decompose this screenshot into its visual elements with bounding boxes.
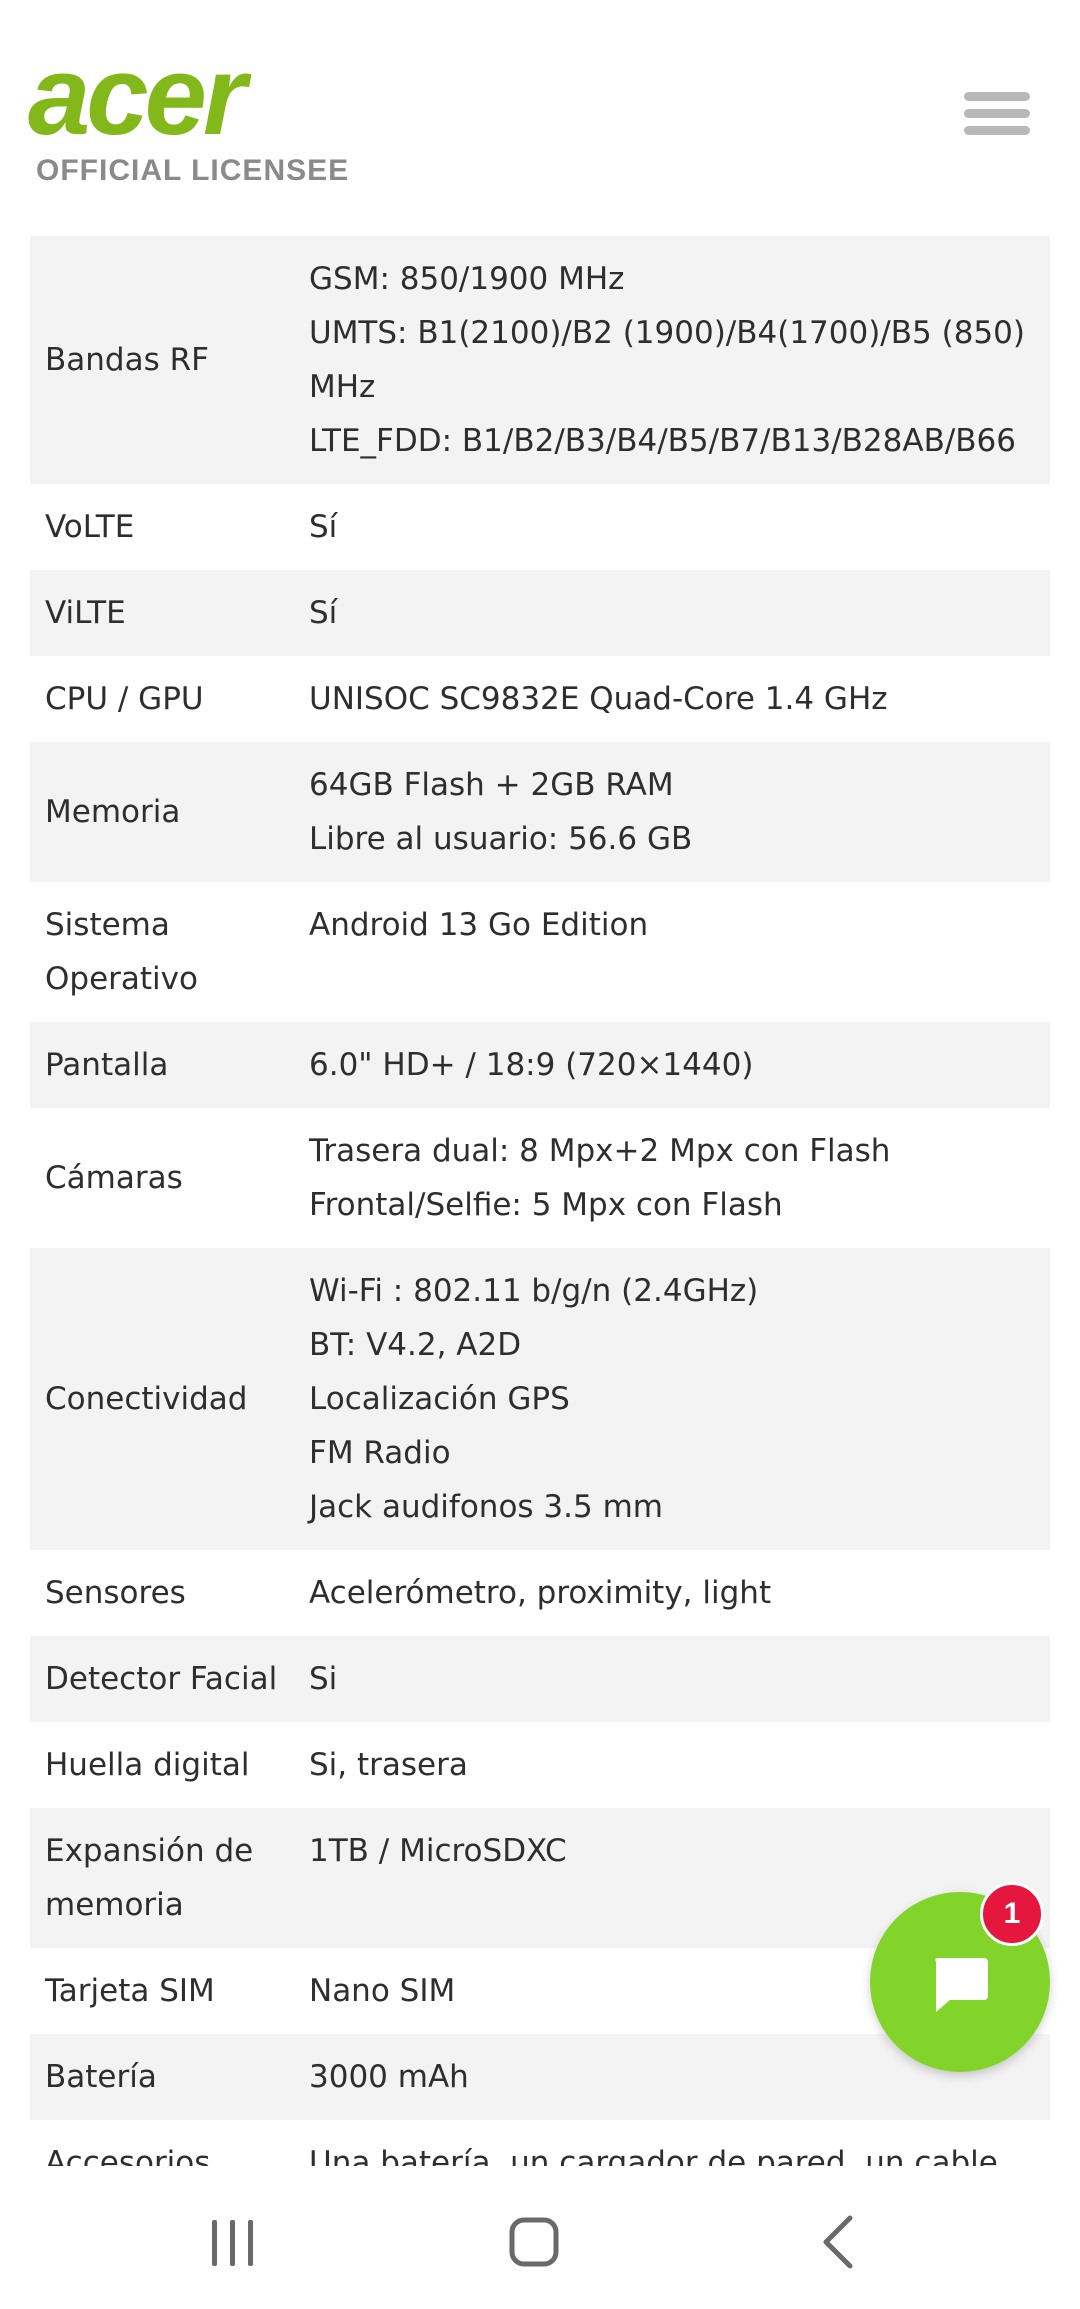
- spec-value-line: 64GB Flash + 2GB RAM: [309, 767, 674, 803]
- spec-value-line: LTE_FDD: B1/B2/B3/B4/B5/B7/B13/B28AB/B66: [309, 423, 1017, 459]
- logo-wordmark: acer: [28, 33, 246, 158]
- spec-label: Batería: [45, 2059, 157, 2095]
- spec-label: Cámaras: [45, 1160, 183, 1196]
- spec-row: Pantalla 6.0" HD+ / 18:9 (720×1440): [30, 1022, 1050, 1108]
- specifications-table: Bandas RF GSM: 850/1900 MHz UMTS: B1(2100)…: [30, 236, 1050, 2206]
- spec-row: ViLTE Sí: [30, 570, 1050, 656]
- spec-label: ViLTE: [45, 595, 126, 631]
- spec-value: Sí: [309, 570, 1050, 656]
- spec-label: VoLTE: [45, 509, 135, 545]
- spec-value: Sí: [309, 484, 1050, 570]
- spec-row: Detector Facial Si: [30, 1636, 1050, 1722]
- spec-label: Expansión de memoria: [45, 1833, 254, 1923]
- spec-label: Huella digital: [45, 1747, 250, 1783]
- spec-value: 64GB Flash + 2GB RAM Libre al usuario: 56…: [309, 742, 1050, 882]
- back-icon[interactable]: [800, 2206, 880, 2276]
- spec-value: Acelerómetro, proximity, light: [309, 1550, 1050, 1636]
- spec-row: Cámaras Trasera dual: 8 Mpx+2 Mpx con Fla…: [30, 1108, 1050, 1248]
- spec-value: Trasera dual: 8 Mpx+2 Mpx con Flash Front…: [309, 1108, 1050, 1248]
- spec-value: Si: [309, 1636, 1050, 1722]
- spec-label: Conectividad: [45, 1381, 248, 1417]
- system-navigation-bar: [0, 2166, 1080, 2309]
- spec-label: Memoria: [45, 794, 181, 830]
- spec-value: Android 13 Go Edition: [309, 882, 1050, 1022]
- spec-row: Bandas RF GSM: 850/1900 MHz UMTS: B1(2100)…: [30, 236, 1050, 484]
- spec-label: Tarjeta SIM: [45, 1973, 215, 2009]
- acer-logo[interactable]: acer OFFICIAL LICENSEE: [28, 33, 350, 188]
- spec-value-line: Si: [309, 1661, 338, 1697]
- spec-row: CPU / GPU UNISOC SC9832E Quad-Core 1.4 GH…: [30, 656, 1050, 742]
- spec-label: Bandas RF: [45, 342, 209, 378]
- spec-row: Huella digital Si, trasera: [30, 1722, 1050, 1808]
- spec-row: VoLTE Sí: [30, 484, 1050, 570]
- spec-value-line: Trasera dual: 8 Mpx+2 Mpx con Flash: [309, 1133, 891, 1169]
- spec-value-line: FM Radio: [309, 1435, 451, 1471]
- spec-row: Memoria 64GB Flash + 2GB RAM Libre al usua…: [30, 742, 1050, 882]
- chat-button[interactable]: 1: [870, 1882, 1050, 2072]
- spec-value-line: 6.0" HD+ / 18:9 (720×1440): [309, 1047, 754, 1083]
- hamburger-menu-icon[interactable]: [964, 92, 1030, 144]
- spec-value-line: Jack audifonos 3.5 mm: [309, 1489, 663, 1525]
- site-header: acer OFFICIAL LICENSEE: [0, 0, 1080, 236]
- spec-value-line: Sí: [309, 509, 338, 545]
- notification-badge: 1: [980, 1882, 1044, 1946]
- spec-value-line: Sí: [309, 595, 338, 631]
- logo-subtitle: OFFICIAL LICENSEE: [36, 154, 350, 187]
- recent-apps-icon[interactable]: [192, 2206, 272, 2276]
- spec-label: Sistema Operativo: [45, 907, 198, 997]
- spec-value-line: UNISOC SC9832E Quad-Core 1.4 GHz: [309, 681, 888, 717]
- spec-row: Sensores Acelerómetro, proximity, light: [30, 1550, 1050, 1636]
- chat-bubble-icon: [935, 1958, 988, 2012]
- spec-value-line: Libre al usuario: 56.6 GB: [309, 821, 693, 857]
- spec-value-line: Wi-Fi : 802.11 b/g/n (2.4GHz): [309, 1273, 759, 1309]
- spec-value-line: 1TB / MicroSDXC: [309, 1833, 567, 1869]
- spec-label: Sensores: [45, 1575, 186, 1611]
- spec-value-line: MHz: [309, 369, 376, 405]
- spec-value-line: Acelerómetro, proximity, light: [309, 1575, 772, 1611]
- spec-label: CPU / GPU: [45, 681, 204, 717]
- spec-value: GSM: 850/1900 MHz UMTS: B1(2100)/B2 (1900…: [309, 236, 1050, 484]
- spec-label: Pantalla: [45, 1047, 169, 1083]
- spec-value-line: BT: V4.2, A2D: [309, 1327, 522, 1363]
- spec-value-line: Si, trasera: [309, 1747, 468, 1783]
- spec-value: UNISOC SC9832E Quad-Core 1.4 GHz: [309, 656, 1050, 742]
- spec-value-line: UMTS: B1(2100)/B2 (1900)/B4(1700)/B5 (85…: [309, 315, 1025, 351]
- spec-value-line: GSM: 850/1900 MHz: [309, 261, 625, 297]
- spec-value-line: Frontal/Selfie: 5 Mpx con Flash: [309, 1187, 783, 1223]
- spec-value-line: Localización GPS: [309, 1381, 570, 1417]
- spec-value-line: Android 13 Go Edition: [309, 907, 649, 943]
- spec-value: Wi-Fi : 802.11 b/g/n (2.4GHz) BT: V4.2, A…: [309, 1248, 1050, 1550]
- spec-row: Conectividad Wi-Fi : 802.11 b/g/n (2.4GHz…: [30, 1248, 1050, 1550]
- spec-row: Sistema Operativo Android 13 Go Edition: [30, 882, 1050, 1022]
- home-icon[interactable]: [494, 2206, 574, 2276]
- spec-value: 6.0" HD+ / 18:9 (720×1440): [309, 1022, 1050, 1108]
- spec-value: Si, trasera: [309, 1722, 1050, 1808]
- spec-label: Detector Facial: [45, 1661, 278, 1697]
